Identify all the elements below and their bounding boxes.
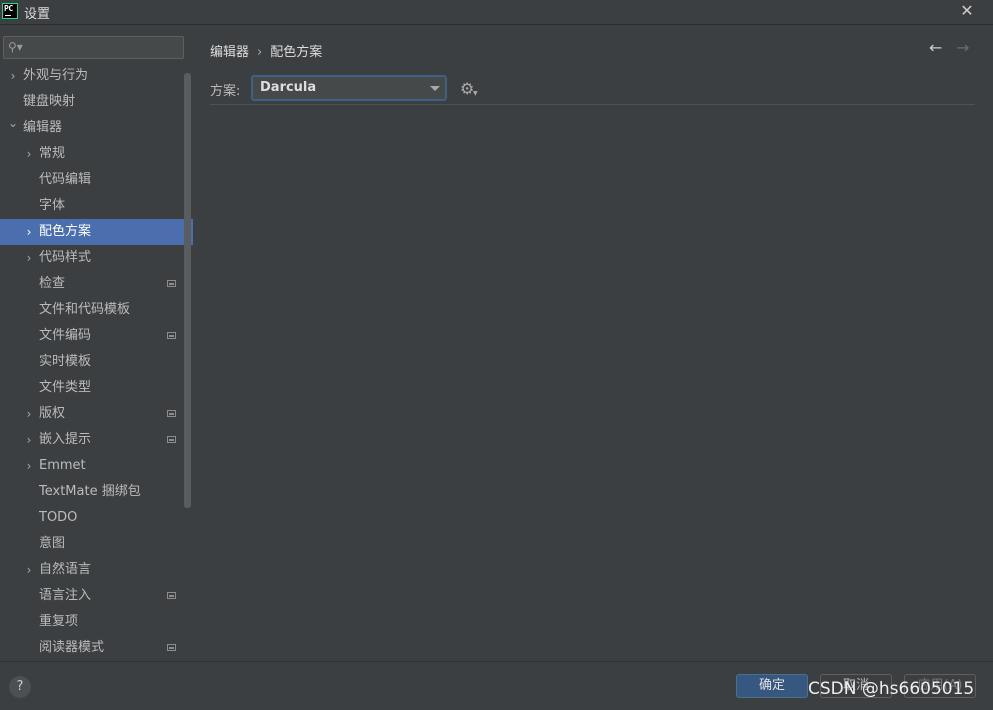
sidebar-item-label: 版权 bbox=[39, 406, 66, 421]
chevron-right-icon[interactable]: › bbox=[24, 557, 34, 583]
settings-sidebar: ⚲▾ › 外观与行为 键盘映射 ⌄ 编辑器 › 常规 代码编辑 字体 › 配色方案 › 代码样式 检查 文件… bbox=[0, 25, 193, 661]
sidebar-item-label: 键盘映射 bbox=[23, 94, 76, 109]
sidebar-item-label: Emmet bbox=[39, 458, 86, 473]
sidebar-item-label: TextMate 捆绑包 bbox=[39, 484, 141, 499]
settings-content: 编辑器 › 配色方案 ← → 方案: Darcula ⚙ ▼ bbox=[193, 25, 993, 661]
chevron-down-icon[interactable]: ⌄ bbox=[8, 110, 18, 136]
window-title: 设置 bbox=[24, 7, 51, 22]
project-level-icon bbox=[167, 436, 176, 443]
sidebar-item-label: 意图 bbox=[39, 536, 66, 551]
project-level-icon bbox=[167, 592, 176, 599]
breadcrumb-separator: › bbox=[257, 45, 263, 60]
project-level-icon bbox=[167, 280, 176, 287]
pycharm-logo-icon: PC bbox=[2, 3, 18, 19]
divider bbox=[210, 104, 975, 105]
sidebar-item[interactable]: › 配色方案 bbox=[0, 219, 193, 245]
back-arrow-icon[interactable]: ← bbox=[929, 38, 942, 57]
search-box[interactable]: ⚲▾ bbox=[3, 36, 184, 59]
sidebar-item-label: 代码编辑 bbox=[39, 172, 92, 187]
forward-arrow-icon[interactable]: → bbox=[956, 38, 969, 57]
sidebar-item-label: 重复项 bbox=[39, 614, 79, 629]
project-level-icon bbox=[167, 410, 176, 417]
sidebar-item[interactable]: › 版权 bbox=[0, 401, 193, 427]
sidebar-item[interactable]: 检查 bbox=[0, 271, 193, 297]
sidebar-item[interactable]: 意图 bbox=[0, 531, 193, 557]
breadcrumb-item-editor[interactable]: 编辑器 bbox=[210, 45, 249, 60]
chevron-right-icon[interactable]: › bbox=[24, 453, 34, 479]
chevron-right-icon[interactable]: › bbox=[8, 63, 18, 89]
sidebar-item-label: 编辑器 bbox=[23, 120, 63, 135]
sidebar-item-label: TODO bbox=[39, 510, 78, 525]
chevron-right-icon[interactable]: › bbox=[24, 219, 34, 245]
search-input[interactable] bbox=[26, 39, 180, 57]
sidebar-item-label: 代码样式 bbox=[39, 250, 92, 265]
close-icon[interactable]: ✕ bbox=[958, 2, 976, 20]
scheme-dropdown-value: Darcula bbox=[260, 80, 317, 95]
sidebar-item-label: 嵌入提示 bbox=[39, 432, 92, 447]
sidebar-item[interactable]: › 常规 bbox=[0, 141, 193, 167]
chevron-down-icon bbox=[430, 86, 440, 91]
scheme-label: 方案: bbox=[210, 84, 241, 99]
sidebar-item[interactable]: › 代码样式 bbox=[0, 245, 193, 271]
chevron-right-icon[interactable]: › bbox=[24, 245, 34, 271]
sidebar-item[interactable]: 实时模板 bbox=[0, 349, 193, 375]
sidebar-item-label: 文件和代码模板 bbox=[39, 302, 131, 317]
sidebar-item-label: 实时模板 bbox=[39, 354, 92, 369]
breadcrumb: 编辑器 › 配色方案 bbox=[210, 41, 322, 60]
sidebar-item[interactable]: › 自然语言 bbox=[0, 557, 193, 583]
sidebar-item[interactable]: 文件编码 bbox=[0, 323, 193, 349]
sidebar-item-label: 自然语言 bbox=[39, 562, 92, 577]
sidebar-item[interactable]: 代码编辑 bbox=[0, 167, 193, 193]
help-icon[interactable]: ? bbox=[9, 676, 31, 698]
sidebar-item-label: 字体 bbox=[39, 198, 66, 213]
sidebar-item[interactable]: 阅读器模式 bbox=[0, 635, 193, 661]
sidebar-item[interactable]: › 嵌入提示 bbox=[0, 427, 193, 453]
dialog-footer: ? 确定 取消 应用(A) CSDN @hs6605015 bbox=[0, 661, 993, 710]
sidebar-item-label: 语言注入 bbox=[39, 588, 92, 603]
title-bar: PC 设置 ✕ bbox=[0, 0, 993, 25]
sidebar-item-label: 外观与行为 bbox=[23, 68, 89, 83]
breadcrumb-item-color-scheme: 配色方案 bbox=[270, 45, 323, 60]
search-icon: ⚲▾ bbox=[8, 40, 23, 54]
sidebar-item[interactable]: TextMate 捆绑包 bbox=[0, 479, 193, 505]
sidebar-item-label: 文件类型 bbox=[39, 380, 92, 395]
sidebar-item[interactable]: ⌄ 编辑器 bbox=[0, 115, 193, 141]
sidebar-item[interactable]: 文件类型 bbox=[0, 375, 193, 401]
sidebar-item[interactable]: › Emmet bbox=[0, 453, 193, 479]
sidebar-item-label: 常规 bbox=[39, 146, 66, 161]
sidebar-item[interactable]: › 外观与行为 bbox=[0, 63, 193, 89]
caret-down-icon: ▼ bbox=[473, 90, 478, 97]
project-level-icon bbox=[167, 332, 176, 339]
watermark: CSDN @hs6605015 bbox=[808, 679, 975, 699]
sidebar-item-label: 文件编码 bbox=[39, 328, 92, 343]
sidebar-item-label: 检查 bbox=[39, 276, 66, 291]
sidebar-item-label: 配色方案 bbox=[39, 224, 92, 239]
sidebar-item[interactable]: 文件和代码模板 bbox=[0, 297, 193, 323]
sidebar-item[interactable]: 重复项 bbox=[0, 609, 193, 635]
chevron-right-icon[interactable]: › bbox=[24, 401, 34, 427]
sidebar-item[interactable]: TODO bbox=[0, 505, 193, 531]
sidebar-item[interactable]: 字体 bbox=[0, 193, 193, 219]
chevron-right-icon[interactable]: › bbox=[24, 427, 34, 453]
project-level-icon bbox=[167, 644, 176, 651]
chevron-right-icon[interactable]: › bbox=[24, 141, 34, 167]
sidebar-scrollbar[interactable] bbox=[184, 73, 191, 508]
sidebar-item-label: 阅读器模式 bbox=[39, 640, 105, 655]
scheme-dropdown[interactable]: Darcula bbox=[251, 75, 447, 101]
sidebar-item[interactable]: 键盘映射 bbox=[0, 89, 193, 115]
ok-button[interactable]: 确定 bbox=[736, 674, 808, 698]
sidebar-item[interactable]: 语言注入 bbox=[0, 583, 193, 609]
